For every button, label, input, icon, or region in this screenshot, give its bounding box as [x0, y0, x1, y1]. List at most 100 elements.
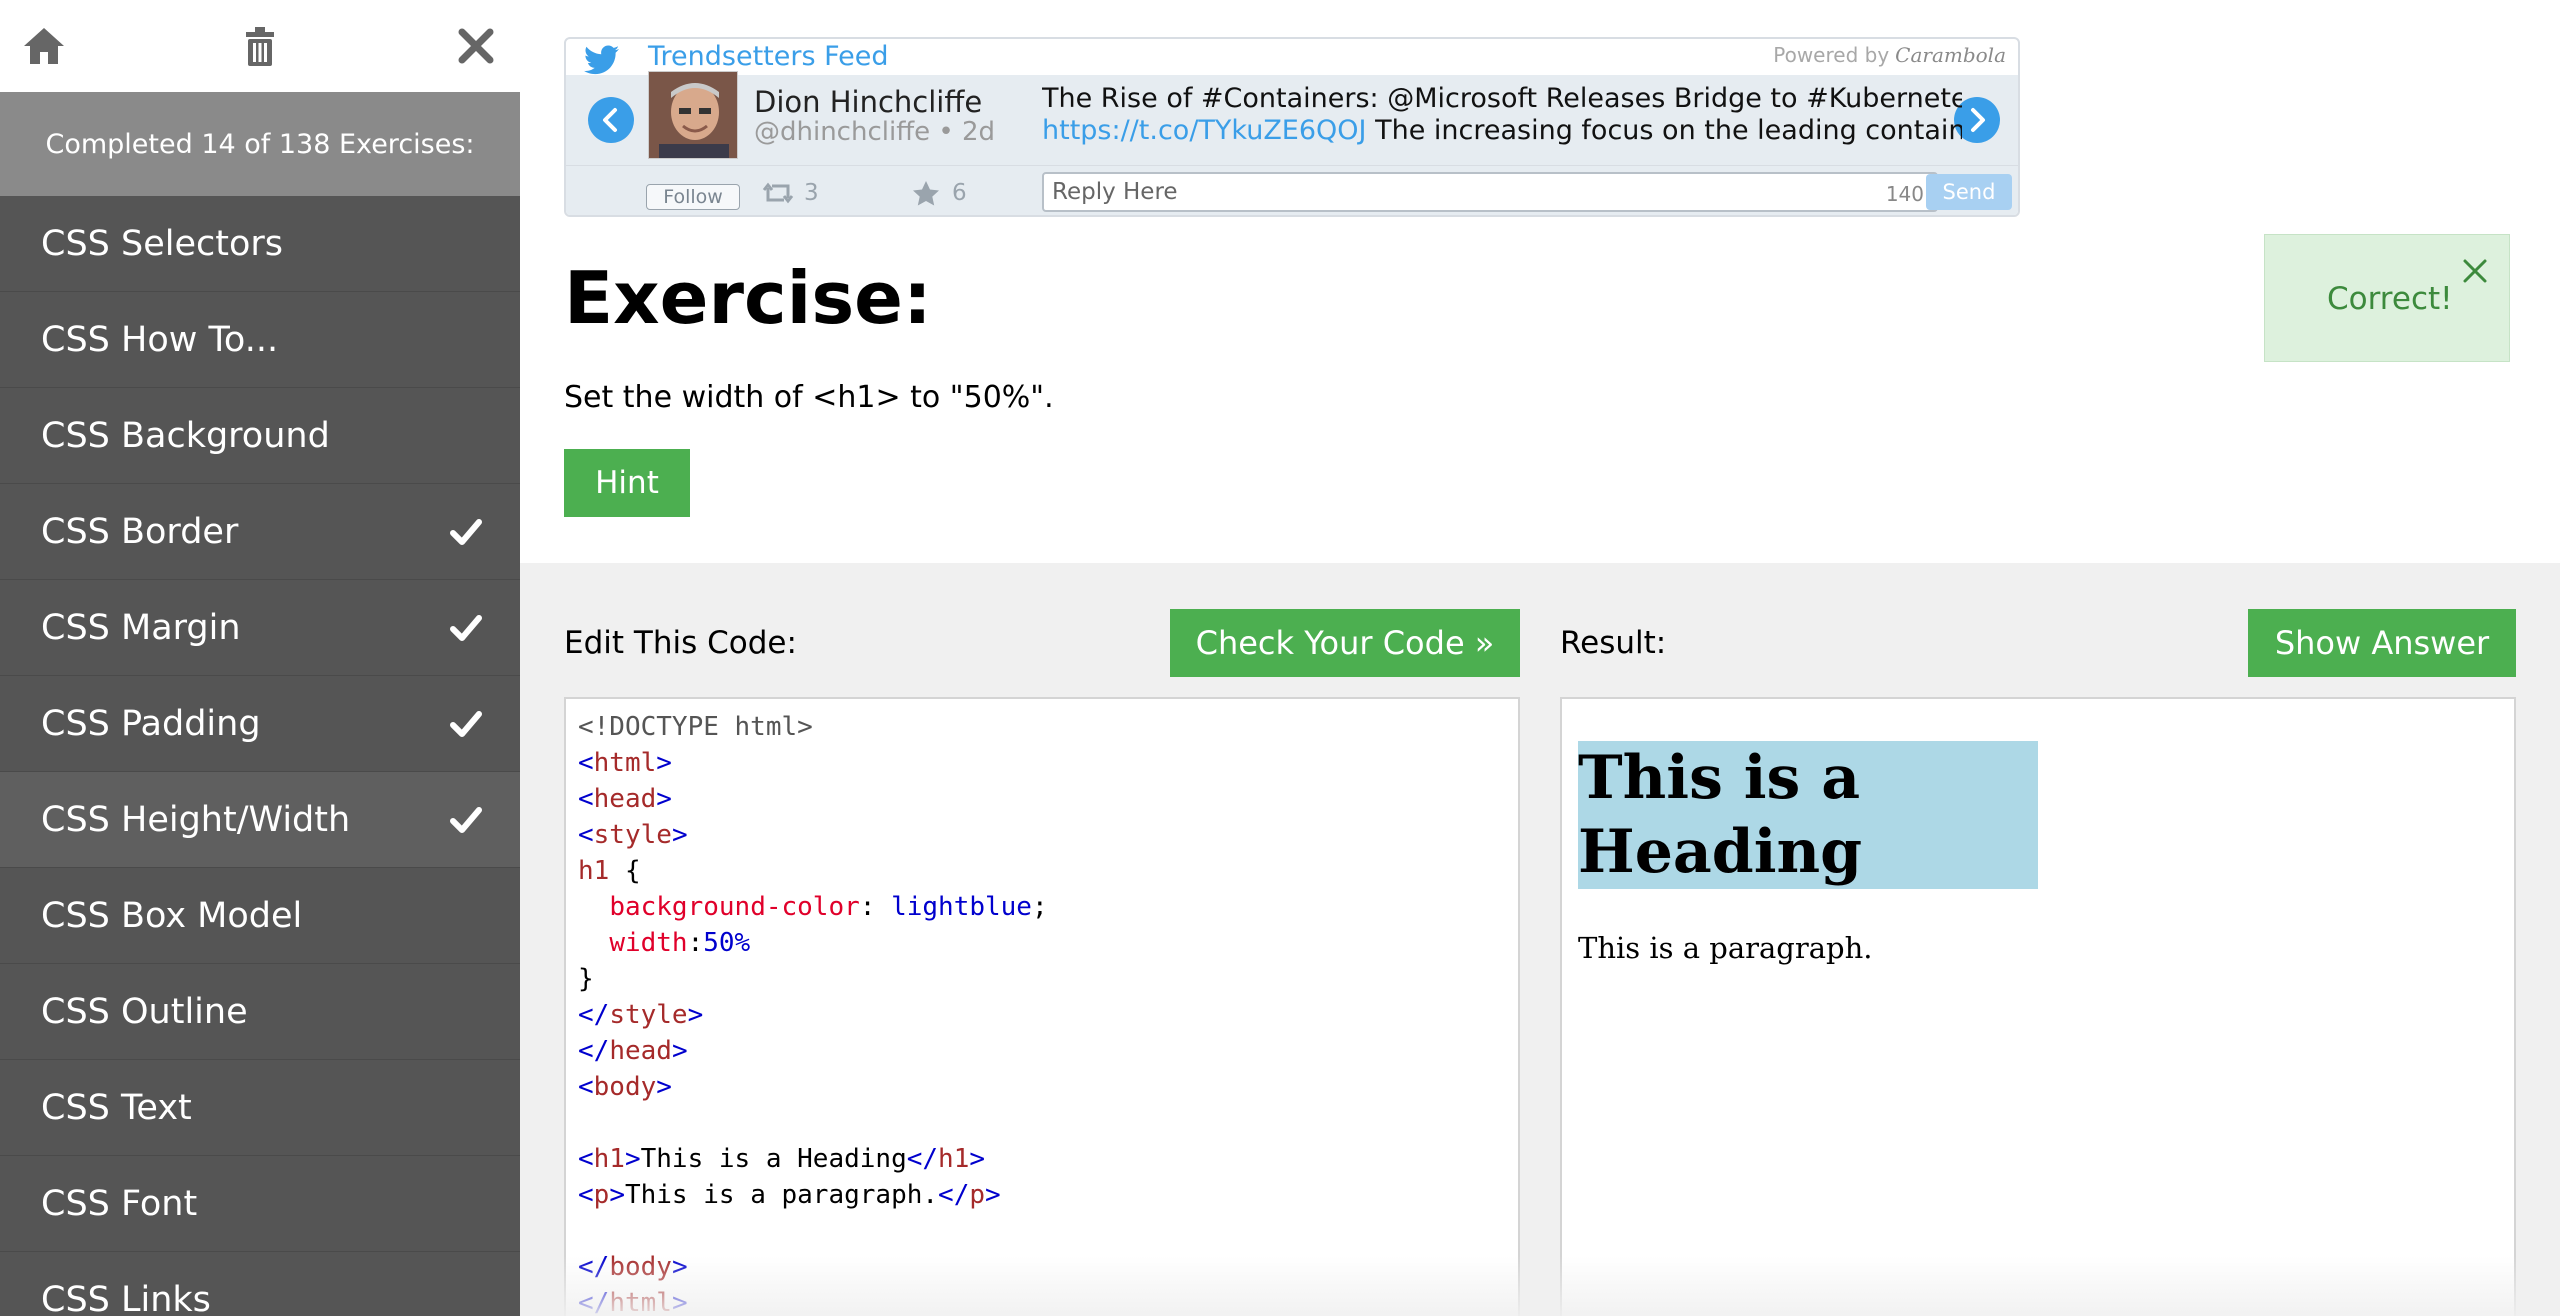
result-label: Result:: [1560, 625, 1667, 661]
correct-notification: Correct!: [2264, 234, 2510, 362]
sidebar-item[interactable]: CSS Box Model: [0, 868, 520, 964]
close-icon[interactable]: [452, 22, 500, 70]
code-token: width: [609, 928, 688, 958]
sidebar-item-label: CSS How To...: [41, 319, 279, 360]
code-line: <body>: [578, 1069, 1518, 1105]
close-icon[interactable]: [2461, 257, 2489, 285]
sidebar-item[interactable]: CSS Selectors: [0, 196, 520, 292]
sidebar-item-label: CSS Links: [41, 1279, 211, 1316]
checkmark-icon: [450, 614, 482, 642]
code-token: >: [609, 1180, 625, 1210]
sidebar-item[interactable]: CSS Margin: [0, 580, 520, 676]
code-token: >: [671, 820, 688, 850]
check-code-button[interactable]: Check Your Code »: [1170, 609, 1520, 677]
code-token: </: [938, 1180, 970, 1210]
code-token: 50%: [703, 928, 751, 958]
sidebar-item[interactable]: CSS Height/Width: [0, 772, 520, 868]
sidebar-item[interactable]: CSS Font: [0, 1156, 520, 1252]
code-editor[interactable]: <!DOCTYPE html> <html> <head> <style> h1 { b…: [564, 697, 1520, 1316]
sidebar: Completed 14 of 138 Exercises: CSS Selec…: [0, 0, 520, 1316]
reply-input[interactable]: Reply Here 140: [1042, 172, 1938, 212]
checkmark-icon: [450, 518, 482, 546]
code-token: >: [969, 1144, 986, 1174]
follow-button[interactable]: Follow: [646, 184, 740, 210]
sidebar-item-label: CSS Height/Width: [41, 799, 351, 840]
code-token: <: [578, 1180, 594, 1210]
code-line: h1 {: [578, 853, 1518, 889]
sidebar-item[interactable]: CSS How To...: [0, 292, 520, 388]
code-line: width:50%: [578, 925, 1518, 961]
code-line: <!DOCTYPE html>: [578, 709, 1518, 745]
tweet-actions: Follow 3 6 Reply Here 140 Send: [566, 165, 2018, 215]
code-line: <p>This is a paragraph.</p>: [578, 1177, 1518, 1213]
code-line: </body>: [578, 1249, 1518, 1285]
code-token: <: [578, 820, 594, 850]
carambola-logo[interactable]: Carambola: [1895, 43, 2006, 67]
code-token: </: [578, 1000, 610, 1030]
sidebar-item-label: CSS Text: [41, 1087, 192, 1128]
code-line: background-color: lightblue;: [578, 889, 1518, 925]
twitter-bird-icon: [584, 45, 620, 75]
sidebar-item[interactable]: CSS Border: [0, 484, 520, 580]
author-handle[interactable]: @dhinchcliffe • 2d: [754, 117, 995, 147]
code-line: <style>: [578, 817, 1518, 853]
code-token: style: [609, 1000, 688, 1030]
hint-button[interactable]: Hint: [564, 449, 690, 517]
send-button[interactable]: Send: [1926, 174, 2012, 210]
reply-placeholder: Reply Here: [1052, 179, 1178, 205]
sidebar-item[interactable]: CSS Links: [0, 1252, 520, 1316]
author-name[interactable]: Dion Hinchcliffe: [754, 85, 982, 119]
code-token: html: [609, 1288, 672, 1316]
correct-message: Correct!: [2327, 281, 2453, 317]
tweet-line-2: https://t.co/TYkuZE6QOJ The increasing f…: [1042, 115, 1962, 147]
progress-status: Completed 14 of 138 Exercises:: [0, 92, 520, 196]
prev-tweet-button[interactable]: [588, 97, 634, 143]
code-line: <h1>This is a Heading</h1>: [578, 1141, 1518, 1177]
result-heading: This is a Heading: [1578, 741, 2038, 889]
code-token: >: [671, 1252, 688, 1282]
code-token: This is a Heading: [640, 1144, 907, 1174]
code-token: :: [859, 892, 892, 922]
retweet-icon: [762, 182, 794, 204]
sidebar-item-label: CSS Margin: [41, 607, 241, 648]
exercise-instruction: Set the width of <h1> to "50%".: [564, 380, 1054, 415]
like-count: 6: [952, 180, 967, 206]
like-action[interactable]: 6: [910, 180, 967, 206]
code-token: This is a paragraph.: [624, 1180, 939, 1210]
sidebar-item-label: CSS Font: [41, 1183, 198, 1224]
code-token: h1: [593, 1144, 625, 1174]
code-token: :: [687, 928, 704, 958]
code-token: <!DOCTYPE html>: [578, 712, 813, 742]
sidebar-item[interactable]: CSS Padding: [0, 676, 520, 772]
code-token: <: [578, 1144, 594, 1174]
author-avatar[interactable]: [648, 71, 738, 159]
code-line: }: [578, 961, 1518, 997]
code-line: <html>: [578, 745, 1518, 781]
sidebar-item[interactable]: CSS Text: [0, 1060, 520, 1156]
code-token: p: [593, 1180, 610, 1210]
exercise-title: Exercise:: [564, 256, 932, 340]
trash-icon[interactable]: [236, 22, 284, 70]
code-token: {: [609, 856, 641, 886]
show-answer-button[interactable]: Show Answer: [2248, 609, 2516, 677]
code-token: <: [578, 784, 594, 814]
code-token: ;: [1031, 892, 1048, 922]
code-token: background-color: [609, 892, 860, 922]
exercise-area: Trendsetters Feed Powered by Carambola Di…: [520, 0, 2560, 563]
powered-by-label: Powered by: [1773, 43, 1890, 67]
code-token: body: [609, 1252, 672, 1282]
sidebar-item[interactable]: CSS Outline: [0, 964, 520, 1060]
feed-title[interactable]: Trendsetters Feed: [648, 41, 889, 72]
tweet-text: The Rise of #Containers: @Microsoft Rele…: [1042, 83, 1962, 147]
code-token: html: [593, 748, 657, 778]
code-token: >: [624, 1144, 641, 1174]
sidebar-item[interactable]: CSS Background: [0, 388, 520, 484]
code-token: </: [578, 1288, 610, 1316]
sidebar-menu: CSS Selectors CSS How To... CSS Background…: [0, 196, 520, 1316]
tweet-link[interactable]: https://t.co/TYkuZE6QOJ: [1042, 115, 1367, 146]
code-token: head: [593, 784, 657, 814]
retweet-action[interactable]: 3: [762, 180, 819, 206]
page: Completed 14 of 138 Exercises: CSS Selec…: [0, 0, 2560, 1316]
home-icon[interactable]: [20, 22, 68, 70]
